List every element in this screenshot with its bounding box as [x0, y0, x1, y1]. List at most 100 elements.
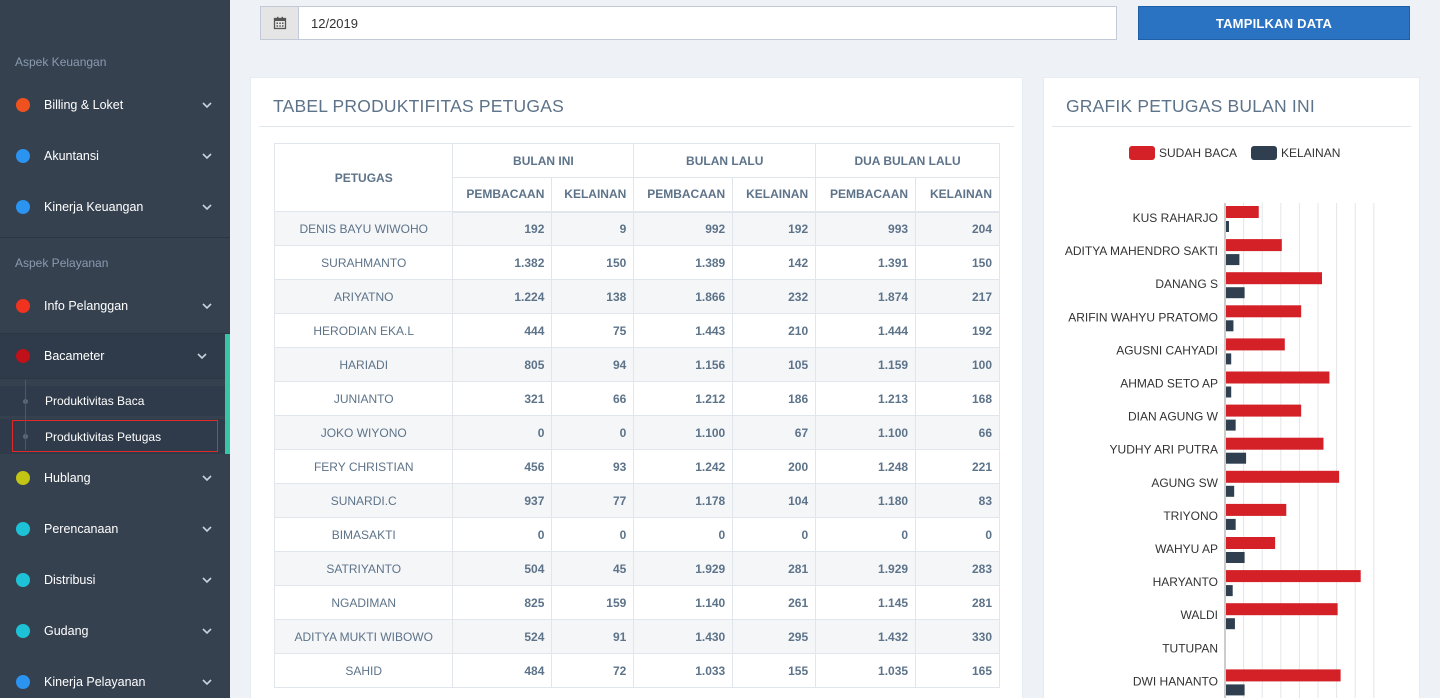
- cell-value: 155: [732, 653, 817, 688]
- bar-sudah-baca[interactable]: [1226, 437, 1324, 450]
- bar-kelainan[interactable]: [1226, 419, 1236, 431]
- bar-sudah-baca[interactable]: [1226, 669, 1341, 682]
- column-group-dua-bulan-lalu: DUA BULAN LALU: [815, 143, 1000, 178]
- cell-petugas: SUNARDI.C: [273, 483, 454, 518]
- cell-value: 0: [732, 517, 817, 552]
- bar-kelainan[interactable]: [1226, 287, 1245, 299]
- sidebar-item-perencanaan[interactable]: Perencanaan: [0, 507, 230, 551]
- cell-value: 0: [633, 517, 734, 552]
- cell-value: 992: [633, 211, 734, 246]
- bar-kelainan[interactable]: [1226, 353, 1232, 365]
- sidebar-item-kinerja-keuangan[interactable]: Kinerja Keuangan: [0, 185, 230, 229]
- bar-sudah-baca[interactable]: [1226, 206, 1259, 218]
- chevron-down-icon: [202, 678, 212, 686]
- bar-sudah-baca[interactable]: [1226, 305, 1302, 318]
- submenu-line: [25, 380, 26, 450]
- cell-value: 1.242: [633, 449, 734, 484]
- bar-sudah-baca[interactable]: [1226, 570, 1361, 583]
- cell-value: 165: [915, 653, 1000, 688]
- cell-value: 330: [915, 619, 1000, 654]
- cell-value: 825: [452, 585, 553, 620]
- cell-value: 524: [452, 619, 553, 654]
- table-row: JUNIANTO 321 66 1.212 186 1.213 168: [273, 381, 1000, 416]
- sidebar-item-hublang[interactable]: Hublang: [0, 456, 230, 500]
- chart-panel: GRAFIK PETUGAS BULAN INI SUDAH BACA KELA…: [1043, 77, 1420, 698]
- column-header-kelainan: KELAINAN: [915, 177, 1000, 213]
- cell-value: 1.224: [452, 279, 553, 314]
- cell-value: 805: [452, 347, 553, 382]
- cell-value: 456: [452, 449, 553, 484]
- cell-petugas: ARIYATNO: [273, 279, 454, 314]
- show-data-button[interactable]: TAMPILKAN DATA: [1138, 6, 1410, 40]
- sidebar-item-bacameter[interactable]: Bacameter: [0, 334, 225, 378]
- table-row: FERY CHRISTIAN 456 93 1.242 200 1.248 221: [273, 449, 1000, 484]
- cell-value: 281: [732, 551, 817, 586]
- category-label: KUS RAHARJO: [1133, 211, 1218, 225]
- bar-sudah-baca[interactable]: [1226, 470, 1340, 483]
- bar-kelainan[interactable]: [1226, 254, 1240, 266]
- bar-sudah-baca[interactable]: [1226, 537, 1276, 549]
- bar-kelainan[interactable]: [1226, 684, 1245, 696]
- sidebar-item-distribusi[interactable]: Distribusi: [0, 558, 230, 602]
- month-input[interactable]: [299, 7, 1116, 39]
- bar-kelainan[interactable]: [1226, 386, 1232, 398]
- sidebar-item-akuntansi[interactable]: Akuntansi: [0, 134, 230, 178]
- calendar-icon[interactable]: [261, 7, 299, 39]
- cell-value: 1.389: [633, 245, 734, 280]
- cell-value: 192: [915, 313, 1000, 348]
- bar-kelainan[interactable]: [1226, 320, 1234, 332]
- bar-sudah-baca[interactable]: [1226, 603, 1338, 616]
- table-row: SAHID 484 72 1.033 155 1.035 165: [273, 653, 1000, 688]
- bar-kelainan[interactable]: [1226, 618, 1235, 630]
- sidebar-subitem-produktivitas-baca[interactable]: Produktivitas Baca: [0, 386, 225, 416]
- table-row: HERODIAN EKA.L 444 75 1.443 210 1.444 192: [273, 313, 1000, 348]
- kinerja-pelayanan-icon: [16, 675, 30, 689]
- bar-sudah-baca[interactable]: [1226, 503, 1287, 516]
- cell-value: 484: [452, 653, 553, 688]
- sidebar-subitem-produktivitas-petugas[interactable]: Produktivitas Petugas: [0, 419, 225, 454]
- bar-kelainan[interactable]: [1226, 585, 1233, 597]
- sidebar-item-label: Info Pelanggan: [44, 299, 129, 313]
- sidebar-item-gudang[interactable]: Gudang: [0, 609, 230, 653]
- sidebar-subitem-label: Produktivitas Petugas: [45, 429, 162, 444]
- sidebar-item-label: Distribusi: [44, 573, 96, 587]
- bar-sudah-baca[interactable]: [1226, 338, 1285, 351]
- sidebar-item-label: Bacameter: [44, 349, 105, 363]
- bar-chart: KUS RAHARJO ADITYA MAHENDRO SAKTI DANANG S…: [1065, 203, 1375, 698]
- bar-kelainan[interactable]: [1226, 221, 1229, 232]
- sidebar-item-billing-loket[interactable]: Billing & Loket: [0, 83, 230, 127]
- bar-sudah-baca[interactable]: [1226, 371, 1330, 384]
- cell-value: 1.248: [815, 449, 917, 484]
- akuntansi-icon: [16, 149, 30, 163]
- column-header-petugas: PETUGAS: [273, 143, 454, 212]
- gudang-icon: [16, 624, 30, 638]
- hublang-icon: [16, 471, 30, 485]
- cell-value: 150: [551, 245, 635, 280]
- chevron-down-icon: [202, 152, 212, 160]
- sidebar-item-info-pelanggan[interactable]: Info Pelanggan: [0, 284, 230, 328]
- table-row: SATRIYANTO 504 45 1.929 281 1.929 283: [273, 551, 1000, 586]
- cell-value: 321: [452, 381, 553, 416]
- cell-value: 444: [452, 313, 553, 348]
- cell-value: 142: [732, 245, 817, 280]
- cell-value: 100: [915, 347, 1000, 382]
- cell-value: 72: [551, 653, 635, 688]
- cell-value: 1.159: [815, 347, 917, 382]
- bar-kelainan[interactable]: [1226, 485, 1235, 497]
- bar-kelainan[interactable]: [1226, 452, 1247, 464]
- table-row: BIMASAKTI 0 0 0 0 0 0: [273, 517, 1000, 552]
- bar-kelainan[interactable]: [1226, 552, 1245, 563]
- cell-value: 1.180: [815, 483, 917, 518]
- table-panel: TABEL PRODUKTIFITAS PETUGAS PETUGAS BULA…: [250, 77, 1023, 698]
- bar-sudah-baca[interactable]: [1226, 272, 1322, 285]
- column-group-bulan-ini: BULAN INI: [452, 143, 635, 178]
- sidebar-section-pelayanan: Aspek Pelayanan: [15, 256, 109, 270]
- cell-value: 66: [551, 381, 635, 416]
- table-row: ADITYA MUKTI WIBOWO 524 91 1.430 295 1.432 330: [273, 619, 1000, 654]
- sidebar-item-kinerja-pelayanan[interactable]: Kinerja Pelayanan: [0, 660, 230, 698]
- cell-value: 0: [551, 415, 635, 450]
- bar-kelainan[interactable]: [1226, 518, 1236, 530]
- bar-sudah-baca[interactable]: [1226, 239, 1282, 252]
- column-header-kelainan: KELAINAN: [732, 177, 817, 213]
- bar-sudah-baca[interactable]: [1226, 404, 1302, 417]
